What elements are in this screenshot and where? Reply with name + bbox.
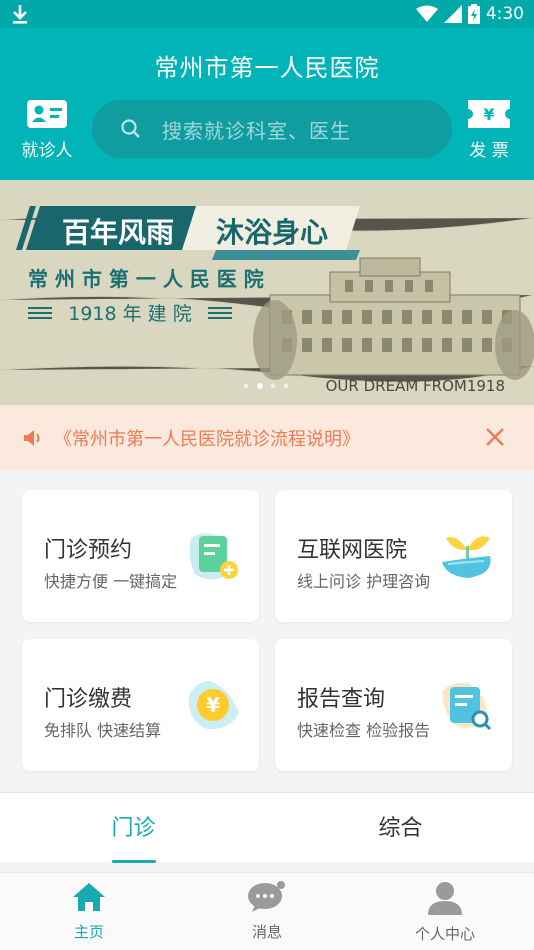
banner-hospital-name: 常 州 市 第 一 人 民 医 院: [28, 267, 264, 291]
search-placeholder: 搜索就诊科室、医生: [162, 118, 351, 143]
carousel-dot: [283, 383, 289, 389]
card-subtitle: 线上问诊 护理咨询: [297, 572, 431, 591]
card-title: 门诊预约: [44, 538, 133, 563]
nav-messages[interactable]: 消息: [178, 881, 356, 947]
tab-underline: [112, 860, 156, 863]
wifi-icon: [415, 5, 438, 22]
nav-label: 个人中心: [414, 925, 475, 943]
tab-label: 门诊: [111, 816, 156, 841]
carousel-dot-active: [257, 383, 263, 389]
status-time: 4:30: [485, 4, 524, 24]
patient-button[interactable]: 就诊人: [16, 100, 78, 161]
banner-founded: 1918 年 建 院: [68, 303, 191, 325]
card-outpatient-appointment[interactable]: 门诊预约 快捷方便 一键搞定: [22, 490, 259, 622]
banner-slogan-right: 沐浴身心: [216, 216, 328, 249]
card-title: 报告查询: [297, 687, 386, 712]
svg-text:¥: ¥: [206, 693, 220, 717]
nav-label: 消息: [251, 923, 282, 941]
message-icon: [248, 881, 285, 912]
card-subtitle: 快速检查 检验报告: [297, 721, 431, 740]
tab-general[interactable]: 综合: [267, 793, 534, 863]
home-icon: [73, 883, 105, 911]
tab-bar: 门诊 综合: [0, 792, 534, 863]
notice-bar[interactable]: 《常州市第一人民医院就诊流程说明》: [0, 405, 534, 471]
yuan-payment-icon: ¥: [188, 681, 239, 730]
carousel-dot: [270, 383, 276, 389]
invoice-button[interactable]: ¥ 发 票: [458, 100, 520, 161]
report-search-icon: [442, 682, 492, 731]
header: 常州市第一人民医院 就诊人 搜索就诊科室、医生 ¥ 发 票: [0, 28, 534, 180]
invoice-button-label: 发 票: [469, 141, 509, 161]
notice-text[interactable]: 《常州市第一人民医院就诊流程说明》: [54, 425, 360, 451]
tab-outpatient[interactable]: 门诊: [0, 793, 267, 863]
patient-button-label: 就诊人: [21, 141, 73, 161]
card-subtitle: 快捷方便 一键搞定: [44, 572, 178, 591]
svg-text:¥: ¥: [483, 105, 494, 124]
card-subtitle: 免排队 快速结算: [44, 721, 162, 740]
card-outpatient-payment[interactable]: 门诊缴费 免排队 快速结算 ¥: [22, 639, 259, 771]
signal-icon: [443, 5, 462, 23]
status-icons: 4:30: [415, 3, 524, 25]
search-input[interactable]: 搜索就诊科室、医生: [92, 100, 452, 158]
card-report-query[interactable]: 报告查询 快速检查 检验报告: [275, 639, 512, 771]
status-bar: 4:30: [0, 0, 534, 28]
hero-banner[interactable]: 百年风雨 沐浴身心 常 州 市 第 一 人 民 医 院 1918 年 建 院 O…: [0, 180, 534, 405]
card-title: 门诊缴费: [44, 687, 133, 712]
id-card-icon: [27, 100, 67, 128]
nav-profile[interactable]: 个人中心: [356, 881, 534, 947]
appointment-icon: [189, 533, 238, 580]
nav-label: 主页: [73, 923, 104, 941]
banner-dream: OUR DREAM FROM1918: [326, 377, 505, 395]
internet-hospital-icon: [442, 536, 491, 578]
banner-artwork: 百年风雨 沐浴身心 常 州 市 第 一 人 民 医 院 1918 年 建 院 O…: [0, 180, 534, 405]
invoice-ticket-icon: ¥: [468, 100, 510, 128]
service-grid: 门诊预约 快捷方便 一键搞定 互联网医院 线上问诊 护理咨询 门诊缴费 免排队 …: [0, 471, 534, 791]
bottom-nav: 主页 消息 个人中心: [0, 872, 534, 950]
card-title: 互联网医院: [297, 538, 408, 563]
speaker-icon: [24, 430, 40, 446]
page-title: 常州市第一人民医院: [154, 54, 380, 82]
nav-home[interactable]: 主页: [0, 881, 178, 947]
close-icon[interactable]: [484, 426, 506, 448]
download-icon: [13, 5, 27, 24]
user-icon: [428, 882, 462, 915]
tab-label: 综合: [378, 816, 423, 841]
search-icon: [121, 119, 140, 138]
battery-icon: [467, 4, 480, 24]
card-internet-hospital[interactable]: 互联网医院 线上问诊 护理咨询: [275, 490, 512, 622]
banner-slogan-left: 百年风雨: [62, 216, 174, 249]
carousel-dot: [243, 383, 249, 389]
